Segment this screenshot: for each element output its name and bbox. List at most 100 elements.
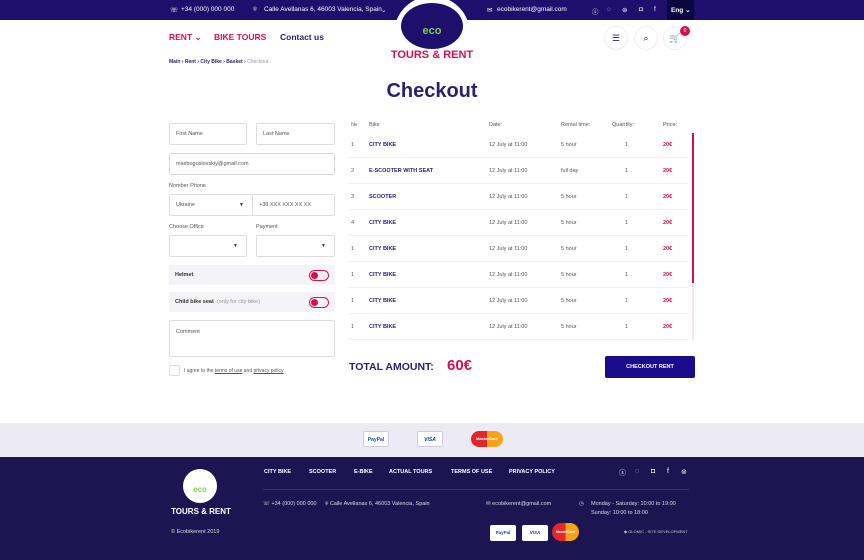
- table-row: 1 CITY BIKE 12 July at 11:00 5 hour 1 20€: [349, 288, 689, 314]
- nav-bike-tours[interactable]: BIKE TOURS: [214, 32, 266, 42]
- tripadvisor-icon[interactable]: ⊚: [681, 468, 687, 476]
- row-bike[interactable]: SCOOTER: [369, 194, 396, 200]
- table-row: 1 CITY BIKE 12 July at 11:00 5 hour 1 20€: [349, 132, 689, 158]
- row-rental-time: 5 hour: [561, 194, 577, 200]
- terms-link[interactable]: terms of use: [215, 368, 243, 374]
- facebook-icon[interactable]: f: [667, 468, 669, 475]
- footer-phone[interactable]: ☏ +34 (000) 000 000: [263, 501, 317, 507]
- agree-checkbox[interactable]: [169, 365, 180, 376]
- email-input[interactable]: msebogoslovskiy@gmail.com: [169, 153, 335, 175]
- footer-link-city-bike[interactable]: CITY BIKE: [264, 469, 291, 475]
- brand-name: TOURS & RENT: [390, 49, 474, 61]
- search-button[interactable]: ⌕: [634, 26, 658, 50]
- mail-icon: ✉: [487, 7, 493, 14]
- col-bike: Bike: [369, 122, 380, 128]
- table-row: 3 SCOOTER 12 July at 11:00 5 hour 1 20€: [349, 184, 689, 210]
- total-value: 60€: [447, 357, 473, 374]
- skype-icon[interactable]: ⓢ: [619, 468, 626, 478]
- helmet-label: Helmet: [175, 272, 194, 278]
- footer-email[interactable]: ✉ ecobikerent@gmail.com: [486, 501, 551, 507]
- footer-logo[interactable]: eco: [183, 469, 217, 503]
- top-email[interactable]: ecobikerent@gmail.com: [497, 6, 567, 13]
- instagram-icon[interactable]: ◘: [639, 6, 643, 13]
- row-quantity: 1: [625, 194, 629, 200]
- row-date: 12 July at 11:00: [489, 246, 528, 252]
- nav-contact[interactable]: Contact us: [280, 32, 324, 42]
- whatsapp-icon[interactable]: ◌: [607, 6, 611, 13]
- facebook-icon[interactable]: f: [654, 6, 656, 13]
- row-rental-time: 5 hour: [561, 246, 577, 252]
- payment-label: Payment: [256, 224, 278, 230]
- menu-button[interactable]: ☰: [604, 26, 628, 50]
- clock-icon: ◷: [579, 501, 584, 507]
- footer-hours-sunday: Sunday: 10:00 to 18:00: [591, 510, 648, 516]
- row-bike[interactable]: CITY BIKE: [369, 298, 396, 304]
- table-row: 1 CITY BIKE 12 July at 11:00 5 hour 1 20€: [349, 314, 689, 340]
- language-select[interactable]: Eng ⌄: [667, 0, 694, 20]
- row-price: 20€: [663, 168, 673, 174]
- top-address[interactable]: Calle Avellanas 6, 46003 Valencia, Spain: [264, 6, 382, 13]
- helmet-toggle[interactable]: [309, 270, 329, 281]
- col-rental: Rental time:: [561, 122, 591, 128]
- scrollbar-thumb[interactable]: [692, 133, 694, 283]
- office-select[interactable]: ▼: [169, 235, 247, 257]
- skype-icon[interactable]: ⓢ: [592, 6, 599, 16]
- crumb-main[interactable]: Main: [169, 59, 180, 65]
- footer-link-privacy[interactable]: PRIVACY POLICY: [509, 469, 555, 475]
- language-label: Eng: [671, 7, 684, 14]
- footer-divider: [263, 489, 689, 490]
- row-date: 12 July at 11:00: [489, 142, 528, 148]
- payment-select[interactable]: ▼: [256, 235, 335, 257]
- footer-link-actual-tours[interactable]: ACTUAL TOURS: [389, 469, 432, 475]
- footer-email-text: ecobikerent@gmail.com: [492, 501, 552, 507]
- row-quantity: 1: [625, 272, 629, 278]
- top-phone[interactable]: +34 (000) 000 000: [181, 6, 234, 13]
- crumb-basket[interactable]: Basket: [226, 59, 242, 65]
- country-select[interactable]: Ukraine ▼: [169, 194, 253, 216]
- footer-link-scooter[interactable]: SCOOTER: [309, 469, 336, 475]
- footer-link-terms[interactable]: TERMS OF USE: [451, 469, 492, 475]
- paypal-icon: PayPal: [363, 431, 389, 447]
- caret-down-icon: ▼: [239, 202, 244, 208]
- row-date: 12 July at 11:00: [489, 324, 528, 330]
- table-row: 1 CITY BIKE 12 July at 11:00 5 hour 1 20€: [349, 262, 689, 288]
- nav-rent-label: RENT: [169, 32, 193, 42]
- row-bike[interactable]: CITY BIKE: [369, 272, 396, 278]
- row-bike[interactable]: CITY BIKE: [369, 324, 396, 330]
- row-bike[interactable]: CITY BIKE: [369, 246, 396, 252]
- row-price: 20€: [663, 298, 673, 304]
- caret-down-icon: ▼: [233, 243, 238, 249]
- row-price: 20€: [663, 324, 673, 330]
- crumb-rent[interactable]: Rent: [185, 59, 196, 65]
- visa-icon: VISA: [417, 431, 443, 447]
- child-seat-toggle[interactable]: [309, 297, 329, 308]
- comment-textarea[interactable]: Comment: [169, 320, 335, 357]
- checkout-button[interactable]: CHECKOUT RENT: [605, 356, 695, 378]
- tripadvisor-icon[interactable]: ⊚: [622, 6, 627, 14]
- copyright: © Ecobikerent 2019: [171, 529, 220, 535]
- country-value: Ukraine: [176, 202, 195, 208]
- visa-icon: VISA: [522, 525, 548, 541]
- developer-credit[interactable]: ◆ GLOMIC - SITE DEVELOPMENT: [624, 529, 688, 534]
- phone-input[interactable]: +38 XXX XXX XX XX: [252, 194, 335, 216]
- helmet-option: Helmet: [169, 265, 335, 285]
- row-date: 12 July at 11:00: [489, 194, 528, 200]
- footer-link-ebike[interactable]: E-BIKE: [354, 469, 373, 475]
- whatsapp-icon[interactable]: ◌: [635, 468, 639, 475]
- crumb-city-bike[interactable]: City Bike: [200, 59, 221, 65]
- last-name-input[interactable]: Last Name: [256, 123, 335, 145]
- table-row: 1 CITY BIKE 12 July at 11:00 5 hour 1 20€: [349, 236, 689, 262]
- crumb-current: Checkout: [247, 59, 269, 65]
- phone-icon: ☏: [170, 7, 179, 14]
- row-bike[interactable]: CITY BIKE: [369, 142, 396, 148]
- row-bike[interactable]: E-SCOOTER WITH SEAT: [369, 168, 433, 174]
- privacy-link[interactable]: privacy policy: [254, 368, 284, 374]
- first-name-input[interactable]: First Name: [169, 123, 247, 145]
- col-date: Date:: [489, 122, 503, 128]
- payment-methods-band: PayPal VISA MasterCard: [0, 423, 864, 457]
- chevron-down-icon[interactable]: ⌄: [381, 6, 386, 14]
- row-bike[interactable]: CITY BIKE: [369, 220, 396, 226]
- row-number: 1: [351, 324, 355, 330]
- instagram-icon[interactable]: ◘: [651, 468, 655, 475]
- nav-rent[interactable]: RENT ⌄: [169, 32, 202, 43]
